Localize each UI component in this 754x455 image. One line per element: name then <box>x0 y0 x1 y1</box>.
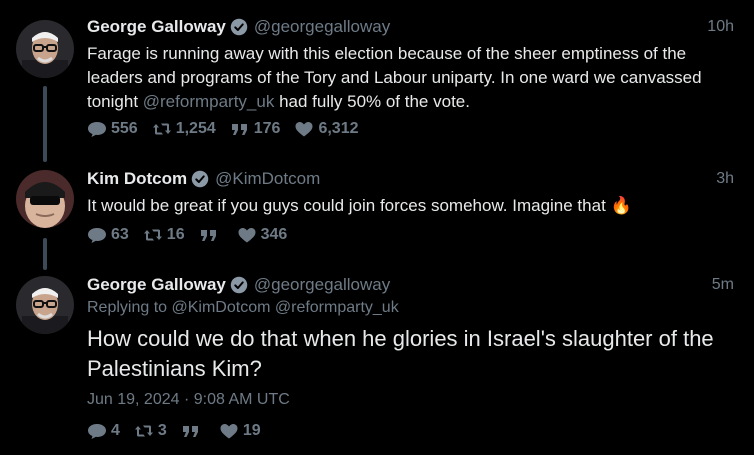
tweet-date[interactable]: Jun 19, 2024 · 9:08 AM UTC <box>87 391 290 409</box>
quote-icon <box>231 124 247 135</box>
retweet-icon <box>143 229 162 241</box>
avatar[interactable] <box>16 170 74 228</box>
tweet-actions: 4 3 19 <box>87 422 275 440</box>
like-button[interactable]: 6,312 <box>294 120 359 138</box>
author-handle[interactable]: @georgegalloway <box>254 275 390 295</box>
tweet-text: How could we do that when he glories in … <box>87 326 714 381</box>
verified-badge-icon <box>230 18 248 36</box>
tweet-text: It would be great if you guys could join… <box>87 196 632 215</box>
author-name[interactable]: Kim Dotcom <box>87 169 187 189</box>
author-handle[interactable]: @georgegalloway <box>254 17 390 37</box>
quote-icon <box>182 426 198 437</box>
quote-button[interactable] <box>181 422 205 440</box>
avatar[interactable] <box>16 276 74 334</box>
reply-button[interactable]: 63 <box>87 226 129 244</box>
tweet-actions: 556 1,254 176 6,312 <box>87 120 373 138</box>
reply-button[interactable]: 556 <box>87 120 138 138</box>
quote-button[interactable] <box>199 226 223 244</box>
reply-icon <box>88 228 106 243</box>
like-icon <box>238 228 256 243</box>
reply-icon <box>88 424 106 439</box>
retweet-icon <box>134 425 153 437</box>
timestamp[interactable]: 3h <box>716 170 734 188</box>
retweet-icon <box>152 123 171 135</box>
tweet[interactable]: George Galloway @georgegalloway 5m Reply… <box>0 274 754 446</box>
quote-button[interactable]: 176 <box>230 120 280 138</box>
replying-to: Replying to @KimDotcom @reformparty_uk <box>87 299 399 316</box>
like-icon <box>220 424 238 439</box>
retweet-button[interactable]: 1,254 <box>152 120 216 138</box>
tweet-actions: 63 16 346 <box>87 226 301 244</box>
verified-badge-icon <box>191 170 209 188</box>
author-name[interactable]: George Galloway <box>87 275 226 295</box>
author-handle[interactable]: @KimDotcom <box>215 169 320 189</box>
fire-emoji-icon: 🔥 <box>610 196 632 215</box>
mention-link[interactable]: @reformparty_uk <box>143 92 275 111</box>
like-icon <box>295 122 313 137</box>
tweet[interactable]: Kim Dotcom @KimDotcom 3h It would be gre… <box>0 168 754 252</box>
like-button[interactable]: 19 <box>219 422 261 440</box>
tweet[interactable]: George Galloway @georgegalloway 10h Fara… <box>0 16 754 156</box>
retweet-button[interactable]: 3 <box>134 422 167 440</box>
tweet-text: Farage is running away with this electio… <box>87 44 702 111</box>
replying-to-mentions[interactable]: @KimDotcom @reformparty_uk <box>172 299 399 316</box>
quote-icon <box>200 230 216 241</box>
timestamp[interactable]: 5m <box>712 276 734 294</box>
author-name[interactable]: George Galloway <box>87 17 226 37</box>
verified-badge-icon <box>230 276 248 294</box>
reply-button[interactable]: 4 <box>87 422 120 440</box>
avatar[interactable] <box>16 20 74 78</box>
reply-icon <box>88 122 106 137</box>
like-button[interactable]: 346 <box>237 226 287 244</box>
retweet-button[interactable]: 16 <box>143 226 185 244</box>
timestamp[interactable]: 10h <box>707 18 734 36</box>
